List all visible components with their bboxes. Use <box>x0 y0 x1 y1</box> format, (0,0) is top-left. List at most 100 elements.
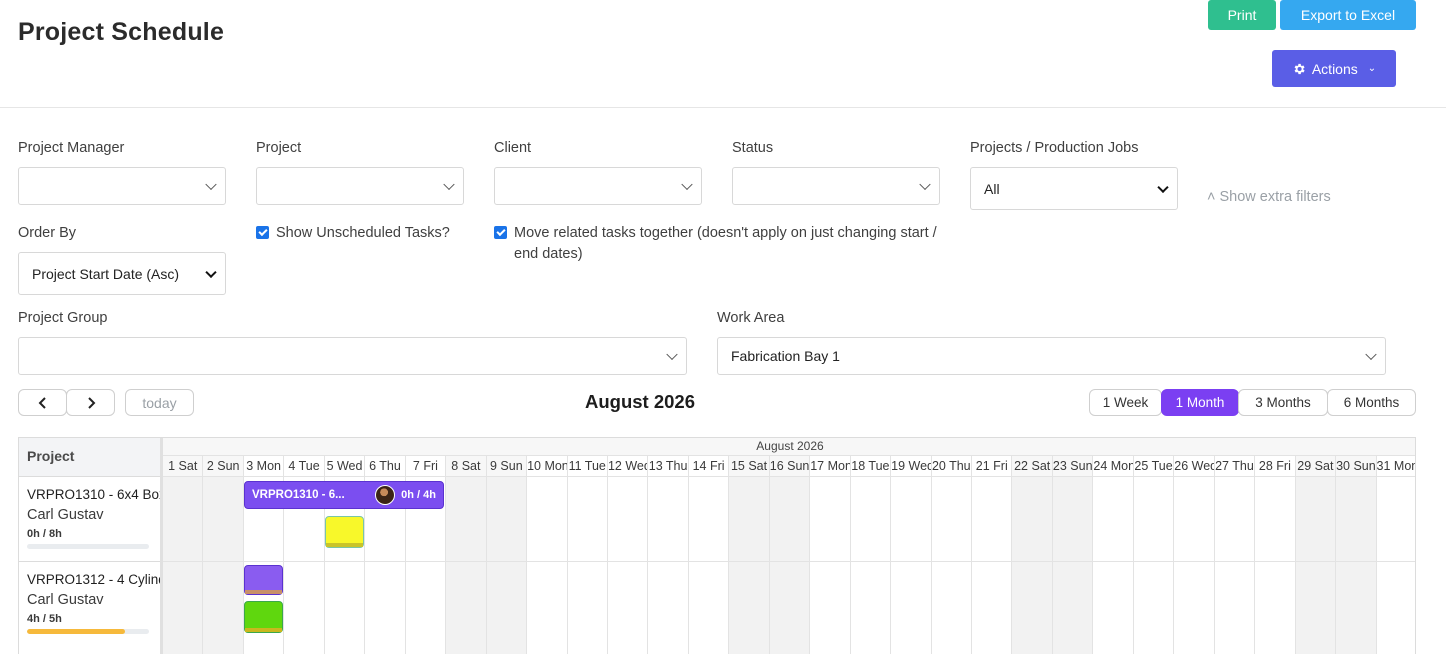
task-chip[interactable] <box>244 601 283 633</box>
day-column[interactable]: 21 Fri <box>972 456 1013 654</box>
day-label: 19 Wed <box>891 456 931 477</box>
day-label: 12 Wed <box>607 456 648 477</box>
project-name: VRPRO1312 - 4 Cylinder <box>27 572 160 587</box>
day-column[interactable]: 19 Wed <box>891 456 932 654</box>
chevron-down-icon <box>205 266 217 278</box>
view-3-months[interactable]: 3 Months <box>1238 389 1328 416</box>
project-hours: 0h / 8h <box>27 528 62 540</box>
day-column[interactable]: 12 Wed <box>607 456 649 654</box>
day-column[interactable]: 1 Sat <box>163 456 204 654</box>
gear-icon <box>1294 63 1305 74</box>
day-column[interactable]: 14 Fri <box>688 456 730 654</box>
day-label: 14 Fri <box>688 456 729 477</box>
prev-button[interactable] <box>18 389 67 416</box>
calendar-timeline: August 2026 1 Sat 2 Sun 3 Mon 4 Tue 5 Wed 6 T… <box>163 438 1415 654</box>
day-label: 11 Tue <box>567 456 607 477</box>
chevron-left-icon <box>38 396 46 409</box>
project-progress-fill <box>27 629 125 634</box>
day-label: 27 Thu <box>1214 456 1255 477</box>
project-name: VRPRO1310 - 6x4 Box <box>27 487 160 502</box>
day-label: 25 Tue <box>1133 456 1174 477</box>
day-column[interactable]: 11 Tue <box>567 456 608 654</box>
view-1-week[interactable]: 1 Week <box>1089 389 1162 416</box>
client-label: Client <box>494 140 532 156</box>
view-6-months[interactable]: 6 Months <box>1327 389 1416 416</box>
task-label: VRPRO1310 - 6... <box>252 489 345 501</box>
view-1-month[interactable]: 1 Month <box>1161 389 1239 416</box>
day-column[interactable]: 23 Sun <box>1052 456 1094 654</box>
status-label: Status <box>732 140 774 156</box>
day-column[interactable]: 28 Fri <box>1255 456 1296 654</box>
chevron-down-icon <box>205 178 217 191</box>
page-title: Project Schedule <box>18 18 225 46</box>
checkbox-checked-icon <box>494 226 507 239</box>
schedule-grid: Project VRPRO1310 - 6x4 Box Carl Gustav … <box>18 437 1416 654</box>
day-column[interactable]: 9 Sun <box>486 456 528 654</box>
project-manager-label: Project Manager <box>18 140 125 156</box>
day-column[interactable]: 8 Sat <box>446 456 487 654</box>
next-button[interactable] <box>66 389 115 416</box>
project-column: Project VRPRO1310 - 6x4 Box Carl Gustav … <box>19 438 160 654</box>
day-label: 21 Fri <box>972 456 1012 477</box>
status-select[interactable] <box>732 167 940 205</box>
export-excel-button[interactable]: Export to Excel <box>1280 0 1416 30</box>
task-chip-progress <box>245 628 282 632</box>
day-column[interactable]: 24 Mon <box>1093 456 1134 654</box>
day-column[interactable]: 31 Mon <box>1376 456 1415 654</box>
day-column[interactable]: 20 Thu <box>931 456 973 654</box>
day-label: 1 Sat <box>163 456 203 477</box>
day-label: 23 Sun <box>1052 456 1093 477</box>
day-column[interactable]: 30 Sun <box>1336 456 1377 654</box>
day-column[interactable]: 2 Sun <box>203 456 244 654</box>
day-column[interactable]: 17 Mon <box>810 456 851 654</box>
day-column[interactable]: 16 Sun <box>769 456 811 654</box>
projects-jobs-label: Projects / Production Jobs <box>970 140 1139 156</box>
project-select[interactable] <box>256 167 464 205</box>
project-column-header: Project <box>19 438 160 477</box>
day-label: 20 Thu <box>931 456 972 477</box>
work-area-label: Work Area <box>717 310 785 326</box>
day-label: 6 Thu <box>365 456 405 477</box>
move-related-checkbox[interactable]: Move related tasks together (doesn't app… <box>494 223 944 265</box>
day-label: 26 Wed <box>1174 456 1214 477</box>
project-row[interactable]: VRPRO1312 - 4 Cylinder Carl Gustav 4h / … <box>19 562 160 654</box>
project-row[interactable]: VRPRO1310 - 6x4 Box Carl Gustav 0h / 8h <box>19 477 160 562</box>
project-group-select[interactable] <box>18 337 687 375</box>
work-area-select[interactable]: Fabrication Bay 1 <box>717 337 1386 375</box>
calendar-title: August 2026 <box>585 391 696 412</box>
show-extra-filters-link[interactable]: ˄ Show extra filters <box>1207 189 1331 205</box>
project-hours: 4h / 5h <box>27 613 62 625</box>
project-manager: Carl Gustav <box>27 592 104 608</box>
task-chip-progress <box>326 543 363 547</box>
day-column[interactable]: 13 Thu <box>648 456 689 654</box>
day-label: 29 Sat <box>1295 456 1336 477</box>
day-label: 15 Sat <box>729 456 769 477</box>
client-select[interactable] <box>494 167 702 205</box>
chevron-down-icon <box>443 178 455 191</box>
day-column[interactable]: 27 Thu <box>1214 456 1256 654</box>
day-label: 22 Sat <box>1012 456 1052 477</box>
task-bar[interactable]: VRPRO1310 - 6... 0h / 4h <box>244 481 444 509</box>
order-by-select[interactable]: Project Start Date (Asc) <box>18 252 226 295</box>
print-button[interactable]: Print <box>1208 0 1276 30</box>
chevron-down-icon <box>681 178 693 191</box>
task-chip[interactable] <box>244 565 283 595</box>
day-label: 16 Sun <box>769 456 810 477</box>
day-column[interactable]: 10 Mon <box>527 456 568 654</box>
day-column[interactable]: 29 Sat <box>1295 456 1337 654</box>
task-chip[interactable] <box>325 516 364 548</box>
actions-button[interactable]: Actions ⌄ <box>1272 50 1396 87</box>
day-label: 31 Mon <box>1376 456 1415 477</box>
projects-jobs-select[interactable]: All <box>970 167 1178 210</box>
day-column[interactable]: 26 Wed <box>1174 456 1215 654</box>
day-column[interactable]: 22 Sat <box>1012 456 1053 654</box>
day-column[interactable]: 18 Tue <box>850 456 892 654</box>
show-unscheduled-checkbox[interactable]: Show Unscheduled Tasks? <box>256 223 486 244</box>
day-label: 28 Fri <box>1255 456 1295 477</box>
checkbox-checked-icon <box>256 226 269 239</box>
today-button[interactable]: today <box>125 389 194 416</box>
day-column[interactable]: 15 Sat <box>729 456 770 654</box>
project-progress <box>27 629 149 634</box>
day-column[interactable]: 25 Tue <box>1133 456 1175 654</box>
project-manager-select[interactable] <box>18 167 226 205</box>
